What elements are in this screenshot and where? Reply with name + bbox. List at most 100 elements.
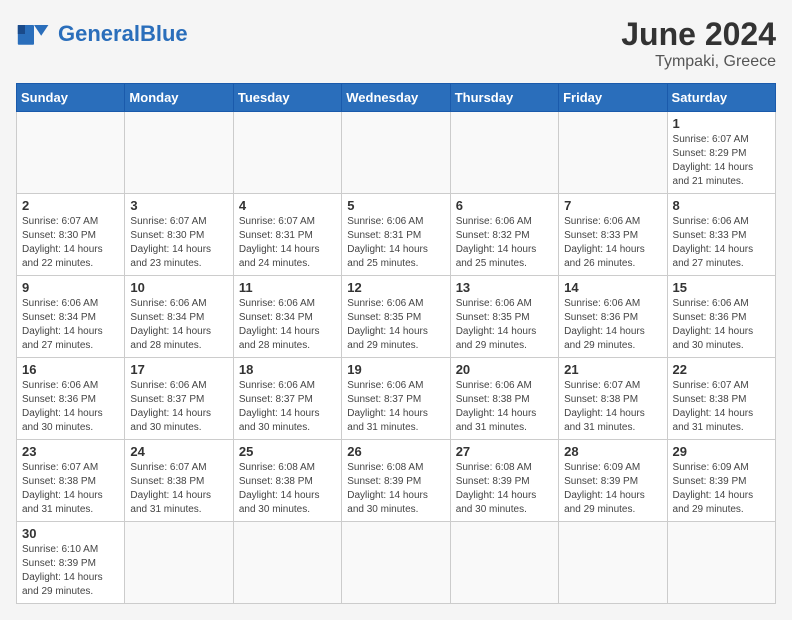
day-number: 21 [564, 362, 661, 377]
day-number: 5 [347, 198, 444, 213]
calendar-day-cell: 8Sunrise: 6:06 AM Sunset: 8:33 PM Daylig… [667, 194, 775, 276]
day-number: 17 [130, 362, 227, 377]
day-number: 29 [673, 444, 770, 459]
calendar-day-cell: 2 Sunrise: 6:07 AM Sunset: 8:30 PM Daylig… [17, 194, 125, 276]
calendar-week-row: 16 Sunrise: 6:06 AM Sunset: 8:36 PM Dayli… [17, 358, 776, 440]
day-number: 10 [130, 280, 227, 295]
calendar-day-cell: 7 Sunrise: 6:06 AM Sunset: 8:33 PM Daylig… [559, 194, 667, 276]
day-info: Sunrise: 6:07 AM Sunset: 8:30 PM Dayligh… [22, 215, 119, 271]
calendar-day-cell: 25Sunrise: 6:08 AM Sunset: 8:38 PM Dayli… [233, 440, 341, 522]
day-info: Sunrise: 6:06 AM Sunset: 8:37 PM Dayligh… [130, 379, 227, 435]
calendar-day-cell: 24Sunrise: 6:07 AM Sunset: 8:38 PM Dayli… [125, 440, 233, 522]
calendar-week-row: 23 Sunrise: 6:07 AM Sunset: 8:38 PM Dayli… [17, 440, 776, 522]
day-number: 15 [673, 280, 770, 295]
calendar-day-cell: 28Sunrise: 6:09 AM Sunset: 8:39 PM Dayli… [559, 440, 667, 522]
day-info: Sunrise: 6:06 AM Sunset: 8:31 PM Dayligh… [347, 215, 444, 271]
day-info: Sunrise: 6:06 AM Sunset: 8:36 PM Dayligh… [22, 379, 119, 435]
day-number: 16 [22, 362, 119, 377]
title-block: June 2024 Tympaki, Greece [621, 16, 776, 71]
day-number: 3 [130, 198, 227, 213]
day-info: Sunrise: 6:07 AM Sunset: 8:38 PM Dayligh… [130, 461, 227, 517]
calendar-day-cell: 12Sunrise: 6:06 AM Sunset: 8:35 PM Dayli… [342, 276, 450, 358]
day-info: Sunrise: 6:07 AM Sunset: 8:38 PM Dayligh… [564, 379, 661, 435]
weekday-header: Wednesday [342, 84, 450, 112]
calendar-day-cell: 21 Sunrise: 6:07 AM Sunset: 8:38 PM Dayli… [559, 358, 667, 440]
calendar-day-cell [450, 522, 558, 604]
calendar-week-row: 9 Sunrise: 6:06 AM Sunset: 8:34 PM Daylig… [17, 276, 776, 358]
calendar-day-cell [559, 112, 667, 194]
calendar-day-cell: 14Sunrise: 6:06 AM Sunset: 8:36 PM Dayli… [559, 276, 667, 358]
day-number: 1 [673, 116, 770, 131]
calendar-day-cell [125, 112, 233, 194]
month-year-title: June 2024 [621, 16, 776, 53]
day-info: Sunrise: 6:09 AM Sunset: 8:39 PM Dayligh… [564, 461, 661, 517]
day-info: Sunrise: 6:07 AM Sunset: 8:29 PM Dayligh… [673, 133, 770, 189]
day-info: Sunrise: 6:08 AM Sunset: 8:39 PM Dayligh… [456, 461, 553, 517]
calendar-day-cell [450, 112, 558, 194]
day-number: 7 [564, 198, 661, 213]
calendar-day-cell: 29 Sunrise: 6:09 AM Sunset: 8:39 PM Dayli… [667, 440, 775, 522]
calendar-day-cell: 15 Sunrise: 6:06 AM Sunset: 8:36 PM Dayli… [667, 276, 775, 358]
calendar-day-cell: 23Sunrise: 6:07 AM Sunset: 8:38 PM Dayli… [17, 440, 125, 522]
calendar-day-cell: 22 Sunrise: 6:07 AM Sunset: 8:38 PM Dayli… [667, 358, 775, 440]
day-info: Sunrise: 6:06 AM Sunset: 8:36 PM Dayligh… [564, 297, 661, 353]
day-number: 26 [347, 444, 444, 459]
calendar-day-cell: 27 Sunrise: 6:08 AM Sunset: 8:39 PM Dayli… [450, 440, 558, 522]
day-info: Sunrise: 6:06 AM Sunset: 8:36 PM Dayligh… [673, 297, 770, 353]
calendar-day-cell [17, 112, 125, 194]
calendar-day-cell: 6 Sunrise: 6:06 AM Sunset: 8:32 PM Daylig… [450, 194, 558, 276]
calendar-day-cell: 10 Sunrise: 6:06 AM Sunset: 8:34 PM Dayli… [125, 276, 233, 358]
weekday-header: Saturday [667, 84, 775, 112]
calendar-day-cell: 20Sunrise: 6:06 AM Sunset: 8:38 PM Dayli… [450, 358, 558, 440]
day-info: Sunrise: 6:06 AM Sunset: 8:34 PM Dayligh… [130, 297, 227, 353]
day-number: 23 [22, 444, 119, 459]
logo-icon [16, 16, 52, 52]
day-info: Sunrise: 6:06 AM Sunset: 8:33 PM Dayligh… [564, 215, 661, 271]
calendar-day-cell: 19 Sunrise: 6:06 AM Sunset: 8:37 PM Dayli… [342, 358, 450, 440]
day-number: 9 [22, 280, 119, 295]
logo: GeneralBlue [16, 16, 188, 52]
calendar-day-cell [233, 112, 341, 194]
calendar-week-row: 30 Sunrise: 6:10 AM Sunset: 8:39 PM Dayli… [17, 522, 776, 604]
day-info: Sunrise: 6:06 AM Sunset: 8:35 PM Dayligh… [456, 297, 553, 353]
day-number: 6 [456, 198, 553, 213]
calendar-day-cell [125, 522, 233, 604]
calendar-day-cell: 30 Sunrise: 6:10 AM Sunset: 8:39 PM Dayli… [17, 522, 125, 604]
day-info: Sunrise: 6:06 AM Sunset: 8:37 PM Dayligh… [347, 379, 444, 435]
day-number: 11 [239, 280, 336, 295]
day-number: 13 [456, 280, 553, 295]
calendar-day-cell: 1 Sunrise: 6:07 AM Sunset: 8:29 PM Daylig… [667, 112, 775, 194]
day-info: Sunrise: 6:06 AM Sunset: 8:38 PM Dayligh… [456, 379, 553, 435]
calendar-day-cell [342, 522, 450, 604]
day-number: 2 [22, 198, 119, 213]
day-number: 27 [456, 444, 553, 459]
calendar-day-cell: 18Sunrise: 6:06 AM Sunset: 8:37 PM Dayli… [233, 358, 341, 440]
day-number: 4 [239, 198, 336, 213]
day-number: 30 [22, 526, 119, 541]
calendar-header-row: SundayMondayTuesdayWednesdayThursdayFrid… [17, 84, 776, 112]
day-info: Sunrise: 6:10 AM Sunset: 8:39 PM Dayligh… [22, 543, 119, 599]
day-number: 22 [673, 362, 770, 377]
weekday-header: Monday [125, 84, 233, 112]
calendar-table: SundayMondayTuesdayWednesdayThursdayFrid… [16, 83, 776, 604]
weekday-header: Friday [559, 84, 667, 112]
calendar-day-cell: 13 Sunrise: 6:06 AM Sunset: 8:35 PM Dayli… [450, 276, 558, 358]
day-info: Sunrise: 6:07 AM Sunset: 8:30 PM Dayligh… [130, 215, 227, 271]
day-info: Sunrise: 6:06 AM Sunset: 8:32 PM Dayligh… [456, 215, 553, 271]
day-info: Sunrise: 6:07 AM Sunset: 8:31 PM Dayligh… [239, 215, 336, 271]
day-info: Sunrise: 6:09 AM Sunset: 8:39 PM Dayligh… [673, 461, 770, 517]
calendar-week-row: 1 Sunrise: 6:07 AM Sunset: 8:29 PM Daylig… [17, 112, 776, 194]
day-info: Sunrise: 6:06 AM Sunset: 8:37 PM Dayligh… [239, 379, 336, 435]
calendar-day-cell: 9Sunrise: 6:06 AM Sunset: 8:34 PM Daylig… [17, 276, 125, 358]
location-subtitle: Tympaki, Greece [621, 53, 776, 71]
day-number: 12 [347, 280, 444, 295]
day-info: Sunrise: 6:06 AM Sunset: 8:34 PM Dayligh… [239, 297, 336, 353]
calendar-day-cell: 26Sunrise: 6:08 AM Sunset: 8:39 PM Dayli… [342, 440, 450, 522]
calendar-day-cell [667, 522, 775, 604]
logo-blue: Blue [140, 21, 188, 46]
day-info: Sunrise: 6:07 AM Sunset: 8:38 PM Dayligh… [673, 379, 770, 435]
page-header: GeneralBlue June 2024 Tympaki, Greece [16, 16, 776, 71]
calendar-day-cell: 5 Sunrise: 6:06 AM Sunset: 8:31 PM Daylig… [342, 194, 450, 276]
day-number: 19 [347, 362, 444, 377]
logo-text: GeneralBlue [58, 23, 188, 45]
